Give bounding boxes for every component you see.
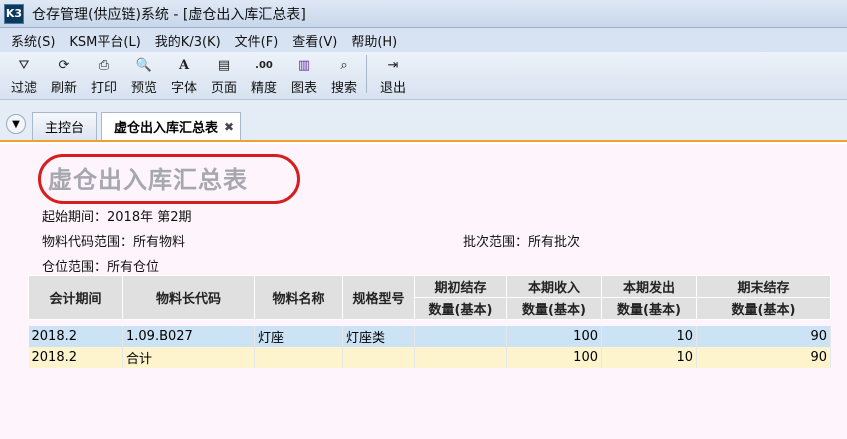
header-spec[interactable]: 规格型号 [342, 275, 415, 320]
precision-label: 精度 [250, 81, 277, 96]
menu-system[interactable]: 系统(S) [4, 31, 62, 50]
chevron-down-icon: ▼ [12, 118, 20, 130]
cell-name [254, 346, 343, 368]
preview-button[interactable]: 🔍 预览 [124, 55, 164, 97]
header-opening[interactable]: 期初结存 [414, 275, 507, 298]
start-period: 起始期间：2018年 第2期 [42, 210, 192, 225]
precision-button[interactable]: .00 精度 [244, 55, 284, 97]
app-logo-icon: K3 [4, 3, 24, 24]
cell-period: 2018.2 [28, 346, 123, 368]
header-closing[interactable]: 期末结存 [696, 275, 831, 298]
cell-code: 1.09.B027 [122, 325, 255, 347]
cell-spec [342, 346, 415, 368]
font-button[interactable]: A 字体 [164, 55, 204, 97]
header-in[interactable]: 本期收入 [506, 275, 602, 298]
print-icon: ⎙ [98, 57, 110, 73]
cell-name: 灯座 [254, 325, 343, 347]
cell-in: 100 [506, 325, 602, 347]
preview-icon: 🔍 [135, 57, 153, 73]
exit-button[interactable]: ⇥ 退出 [373, 55, 413, 97]
search-icon: ⌕ [340, 57, 348, 73]
filter-label: 过滤 [10, 81, 37, 96]
table-header-row: 会计期间 物料长代码 物料名称 规格型号 期初结存 本期收入 本期发出 期末结存 [28, 275, 831, 320]
table-row-total[interactable]: 2018.2 合计 100 10 90 [28, 346, 831, 368]
header-in-qty[interactable]: 数量(基本) [506, 297, 602, 320]
cell-code: 合计 [122, 346, 255, 368]
page-button[interactable]: ▤ 页面 [204, 55, 244, 97]
cell-in: 100 [506, 346, 602, 368]
font-icon: A [178, 57, 190, 73]
title-bar: K3 仓存管理(供应链)系统 - [虚仓出入库汇总表] [0, 0, 847, 28]
menu-ksm-platform[interactable]: KSM平台(L) [62, 31, 147, 50]
preview-label: 预览 [130, 81, 157, 96]
tab-label: 虚仓出入库汇总表 [114, 121, 219, 136]
chart-label: 图表 [290, 81, 317, 96]
chart-button[interactable]: ▥ 图表 [284, 55, 324, 97]
location-range: 仓位范围：所有仓位 [42, 260, 160, 275]
title-highlight-ring [38, 154, 300, 204]
cell-spec: 灯座类 [342, 325, 415, 347]
menu-file[interactable]: 文件(F) [228, 31, 286, 50]
tab-main-console[interactable]: 主控台 [32, 112, 98, 140]
refresh-button[interactable]: ⟳ 刷新 [44, 55, 84, 97]
tab-label: 主控台 [45, 121, 85, 136]
menu-bar: 系统(S) KSM平台(L) 我的K/3(K) 文件(F) 查看(V) 帮助(H… [0, 28, 847, 52]
cell-out: 10 [601, 325, 697, 347]
toolbar-separator [366, 55, 367, 93]
window-title: 仓存管理(供应链)系统 - [虚仓出入库汇总表] [32, 6, 306, 23]
print-button[interactable]: ⎙ 打印 [84, 55, 124, 97]
summary-table: 会计期间 物料长代码 物料名称 规格型号 期初结存 本期收入 本期发出 期末结存… [28, 275, 831, 368]
chart-icon: ▥ [297, 57, 311, 73]
header-period[interactable]: 会计期间 [28, 275, 123, 320]
cell-opening [414, 346, 507, 368]
page-icon: ▤ [217, 57, 231, 73]
header-code[interactable]: 物料长代码 [122, 275, 255, 320]
tab-virtual-warehouse-summary[interactable]: 虚仓出入库汇总表 ✖ [101, 112, 242, 140]
search-label: 搜索 [330, 81, 357, 96]
menu-help[interactable]: 帮助(H) [344, 31, 404, 50]
table-row[interactable]: 2018.2 1.09.B027 灯座 灯座类 100 10 90 [28, 325, 831, 347]
header-opening-qty[interactable]: 数量(基本) [414, 297, 507, 320]
cell-opening [414, 325, 507, 347]
print-label: 打印 [90, 81, 117, 96]
cell-closing: 90 [696, 346, 831, 368]
exit-label: 退出 [379, 81, 406, 96]
tab-bar: ▼ 主控台 虚仓出入库汇总表 ✖ [0, 100, 847, 142]
cell-closing: 90 [696, 325, 831, 347]
search-button[interactable]: ⌕ 搜索 [324, 55, 364, 97]
batch-range: 批次范围：所有批次 [463, 235, 581, 250]
header-out-qty[interactable]: 数量(基本) [601, 297, 697, 320]
header-out[interactable]: 本期发出 [601, 275, 697, 298]
menu-view[interactable]: 查看(V) [285, 31, 344, 50]
font-label: 字体 [170, 81, 197, 96]
close-icon[interactable]: ✖ [224, 120, 234, 134]
tab-list-button[interactable]: ▼ [6, 114, 26, 134]
cell-period: 2018.2 [28, 325, 123, 347]
menu-my-k3[interactable]: 我的K/3(K) [148, 31, 228, 50]
report-area: 虚仓出入库汇总表 起始期间：2018年 第2期 物料代码范围：所有物料 批次范围… [0, 144, 847, 439]
toolbar: ⛛ 过滤 ⟳ 刷新 ⎙ 打印 🔍 预览 A 字体 ▤ 页面 .00 精度 ▥ 图… [0, 52, 847, 100]
page-label: 页面 [210, 81, 237, 96]
exit-icon: ⇥ [387, 57, 399, 73]
refresh-label: 刷新 [50, 81, 77, 96]
filter-icon: ⛛ [18, 57, 30, 73]
precision-icon: .00 [255, 59, 273, 71]
header-closing-qty[interactable]: 数量(基本) [696, 297, 831, 320]
header-name[interactable]: 物料名称 [254, 275, 343, 320]
material-range: 物料代码范围：所有物料 [42, 235, 186, 250]
cell-out: 10 [601, 346, 697, 368]
filter-button[interactable]: ⛛ 过滤 [4, 55, 44, 97]
refresh-icon: ⟳ [58, 57, 70, 73]
